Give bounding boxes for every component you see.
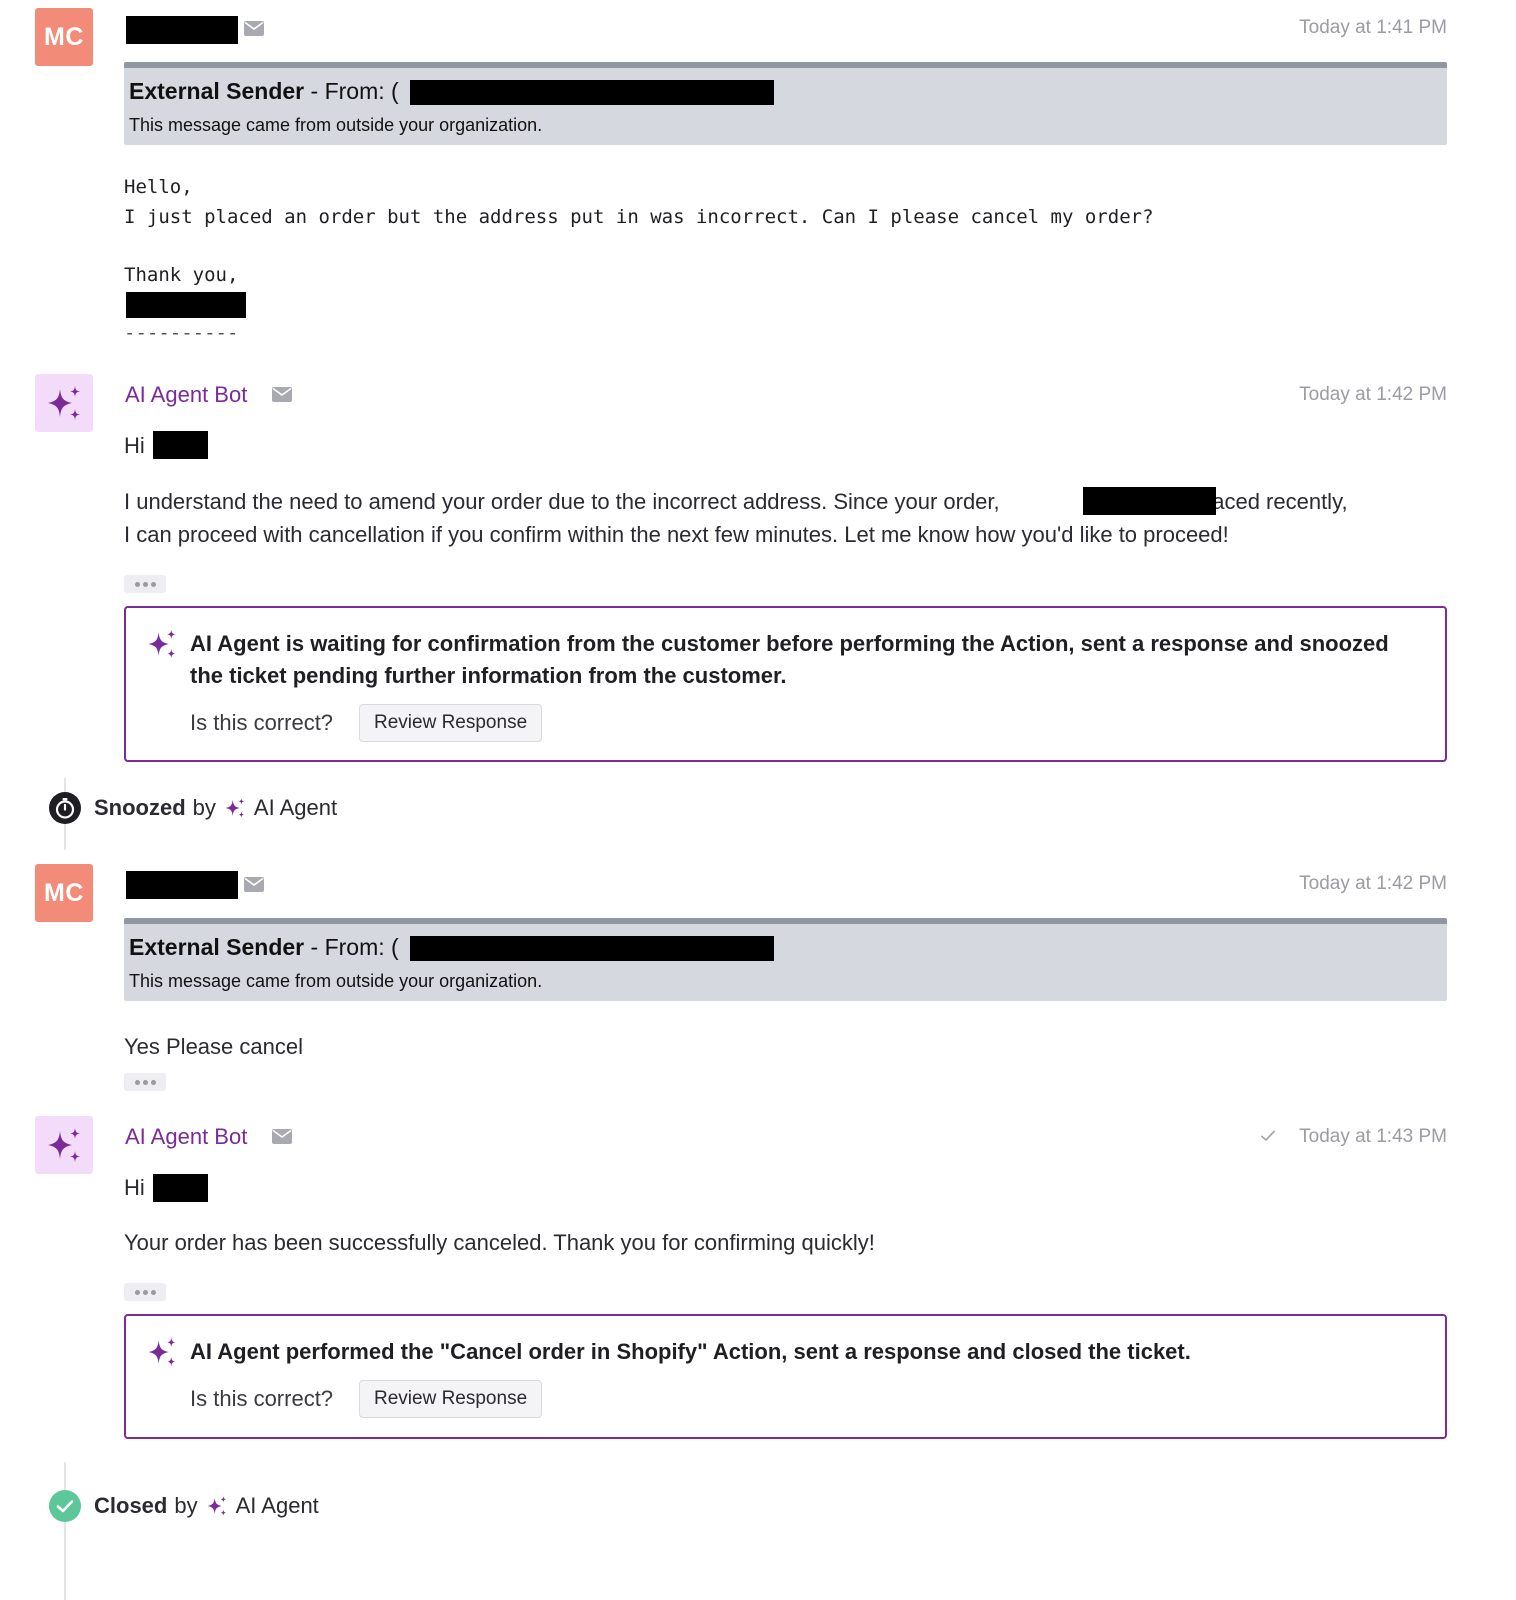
message-timestamp: Today at 1:42 PM <box>1299 384 1447 405</box>
action-summary-line: AI Agent performed the "Cancel order in … <box>190 1339 1191 1364</box>
message-line: Hello, <box>124 176 193 198</box>
sparkles-icon <box>225 798 245 818</box>
action-summary-line: the ticket pending further information f… <box>190 663 787 688</box>
greeting: Hi <box>124 1175 145 1200</box>
external-sender-banner: External Sender - From: () This message … <box>124 62 1447 145</box>
customer-avatar: MC <box>35 8 93 66</box>
customer-avatar: MC <box>35 864 93 922</box>
event-status: Closed <box>94 1493 168 1518</box>
external-sender-notice: This message came from outside your orga… <box>129 115 543 135</box>
redacted-customer-name <box>153 431 208 459</box>
message-body: Yes Please cancel <box>124 1034 303 1059</box>
review-response-button[interactable]: Review Response <box>359 704 543 742</box>
envelope-icon <box>272 1129 292 1144</box>
redacted-order-number <box>1083 487 1216 515</box>
ai-action-summary: AI Agent performed the "Cancel order in … <box>124 1314 1447 1439</box>
sender-name[interactable]: AI Agent Bot <box>125 1124 247 1150</box>
review-response-button[interactable]: Review Response <box>359 1380 543 1418</box>
external-sender-banner: External Sender - From: () This message … <box>124 918 1447 1001</box>
redacted-sender-email <box>410 80 774 105</box>
redacted-customer-name <box>153 1174 208 1202</box>
ai-agent-avatar <box>35 374 93 432</box>
feedback-question: Is this correct? <box>190 710 334 735</box>
closed-event: Closed by AI Agent <box>94 1493 319 1519</box>
snoozed-event: Snoozed by AI Agent <box>94 795 337 821</box>
show-more-button[interactable] <box>124 1283 166 1301</box>
message-line: I just placed an order but the address p… <box>124 206 1154 228</box>
message-timestamp: Today at 1:42 PM <box>1299 873 1447 894</box>
show-more-button[interactable] <box>124 1073 166 1091</box>
message-line: Thank you, <box>124 264 239 286</box>
message-body-line: I can proceed with cancellation if you c… <box>124 522 1229 547</box>
ai-agent-avatar <box>35 1116 93 1174</box>
sparkles-icon <box>48 386 80 420</box>
sparkles-icon <box>148 629 176 659</box>
event-actor: AI Agent <box>253 795 338 820</box>
check-circle-icon <box>49 1490 81 1522</box>
timeline-line <box>64 1462 66 1600</box>
sender-name[interactable]: AI Agent Bot <box>125 382 247 408</box>
ai-action-summary: AI Agent is waiting for confirmation fro… <box>124 606 1447 762</box>
envelope-icon <box>244 877 264 892</box>
greeting: Hi <box>124 433 145 458</box>
event-status: Snoozed <box>94 795 186 820</box>
sparkles-icon <box>207 1496 226 1516</box>
action-summary-line: AI Agent is waiting for confirmation fro… <box>190 631 1389 656</box>
event-by-label: by <box>174 1493 198 1518</box>
envelope-icon <box>272 387 292 402</box>
external-sender-notice: This message came from outside your orga… <box>129 971 543 991</box>
stopwatch-icon <box>49 792 81 824</box>
redacted-signature <box>126 292 246 318</box>
redacted-sender-email <box>410 936 774 961</box>
message-timestamp: Today at 1:41 PM <box>1299 17 1447 38</box>
show-more-button[interactable] <box>124 575 166 593</box>
avatar-initials: MC <box>44 878 84 907</box>
event-by-label: by <box>192 795 216 820</box>
checkmark-icon <box>1261 1130 1275 1141</box>
sparkles-icon <box>148 1337 176 1367</box>
sparkles-icon <box>48 1128 80 1162</box>
redacted-sender-name <box>126 871 238 899</box>
message-timestamp: Today at 1:43 PM <box>1299 1126 1447 1147</box>
avatar-initials: MC <box>44 22 84 51</box>
event-actor: AI Agent <box>235 1493 319 1518</box>
envelope-icon <box>244 21 264 36</box>
feedback-question: Is this correct? <box>190 1386 334 1411</box>
message-body: Your order has been successfully cancele… <box>124 1230 875 1255</box>
redacted-sender-name <box>126 16 238 44</box>
signature-divider: ---------- <box>124 322 239 344</box>
